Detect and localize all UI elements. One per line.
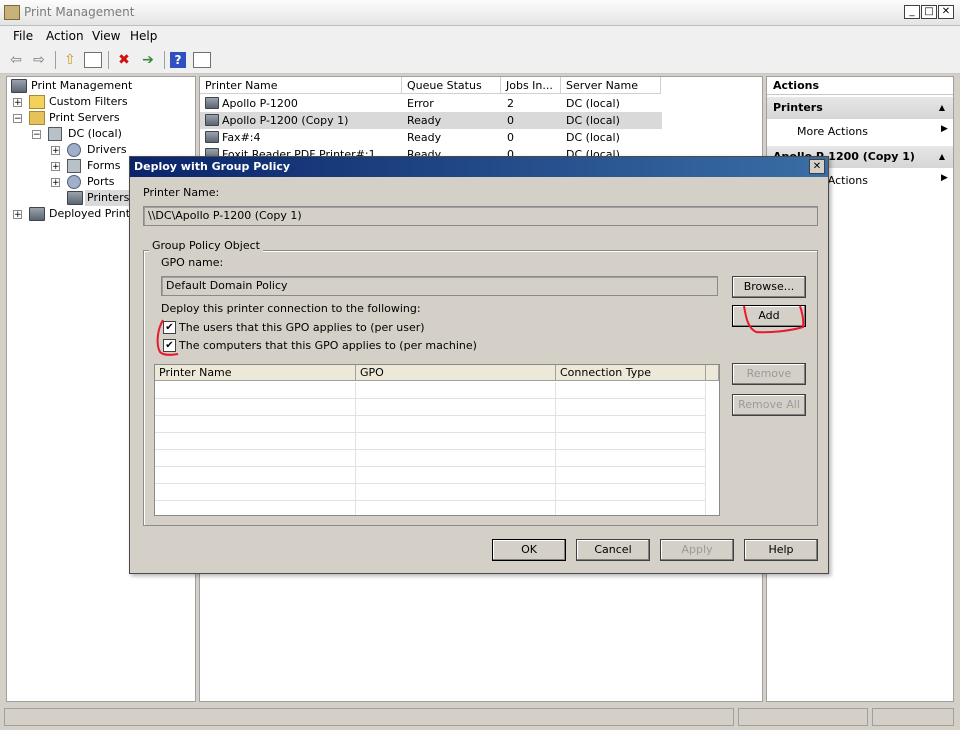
red-annotation-marks	[156, 305, 805, 356]
add-button-annotation-underline	[743, 305, 805, 334]
checkbox-annotation-bracket	[156, 319, 179, 356]
